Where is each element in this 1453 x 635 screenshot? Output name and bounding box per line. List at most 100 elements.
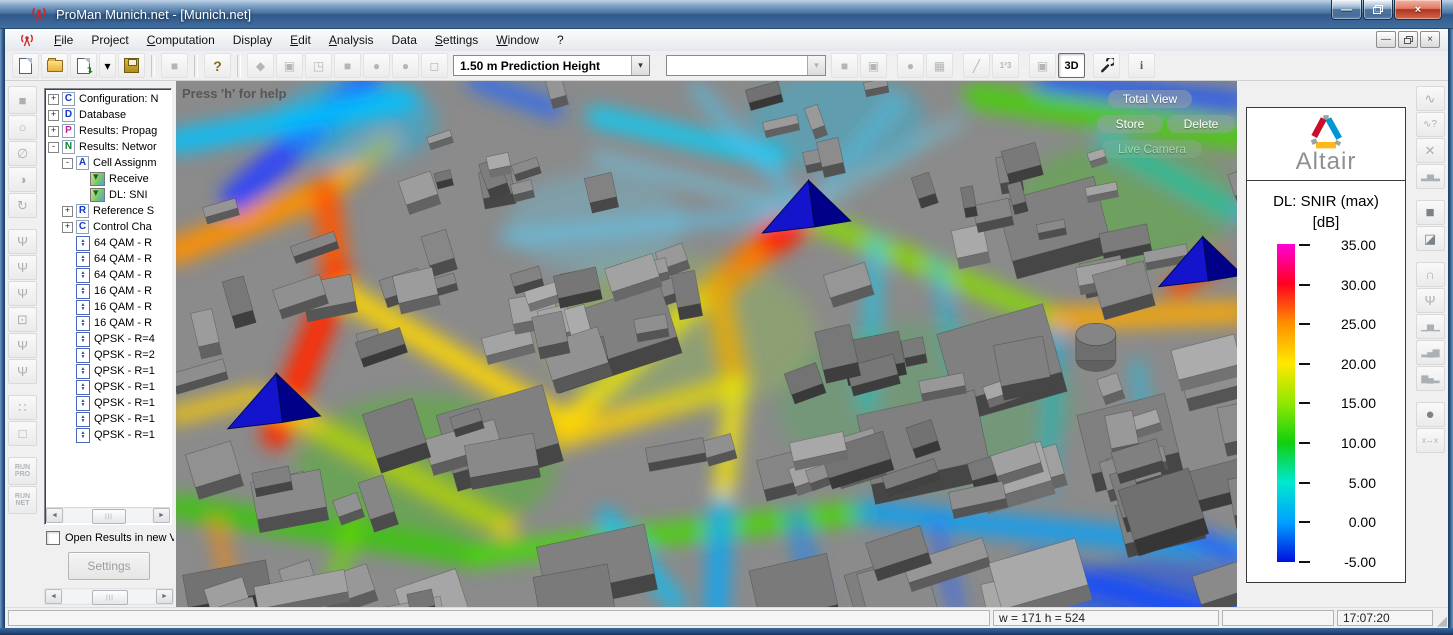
tree-item-64qam-2[interactable]: 64 QAM - R <box>45 251 171 267</box>
tree-expander[interactable]: + <box>48 94 59 105</box>
tree-expander[interactable]: - <box>48 142 59 153</box>
tree-expander[interactable]: + <box>62 206 73 217</box>
menu-project[interactable]: Project <box>82 30 137 50</box>
tree-expander <box>62 366 73 377</box>
panel-horizontal-scrollbar[interactable]: ◄ ||| ► <box>44 588 174 605</box>
restore-icon <box>1373 5 1383 14</box>
updown-icon <box>76 268 90 283</box>
tree-expander[interactable]: - <box>62 158 73 169</box>
scroll-left-button[interactable]: ◄ <box>45 589 62 604</box>
tree-item-qpsk-r4[interactable]: QPSK - R=4 <box>45 331 171 347</box>
clipboard-icon: ▣ <box>1037 59 1048 73</box>
tree-view[interactable]: +CConfiguration: N +DDatabase +PResults:… <box>44 88 172 525</box>
tree-item-64qam-3[interactable]: 64 QAM - R <box>45 267 171 283</box>
prediction-height-combo[interactable]: 1.50 m Prediction Height ▾ <box>453 55 650 76</box>
tree-item-16qam-3[interactable]: 16 QAM - R <box>45 315 171 331</box>
settings-button[interactable]: Settings <box>68 552 150 580</box>
resize-grip[interactable]: ◢ <box>1437 614 1447 627</box>
tree-item-results-network[interactable]: -NResults: Networ <box>45 139 171 155</box>
antenna-plot-button: Ψ <box>1416 288 1445 313</box>
mdi-close-button[interactable]: × <box>1420 31 1440 48</box>
tree-item-database[interactable]: +DDatabase <box>45 107 171 123</box>
tree-item-results-propagation[interactable]: +PResults: Propag <box>45 123 171 139</box>
map-small-button[interactable]: ◪ <box>1416 226 1445 251</box>
import-button[interactable]: ↴ <box>70 53 97 78</box>
tree-item-qpsk-r2[interactable]: QPSK - R=2 <box>45 347 171 363</box>
menu-window[interactable]: Window <box>487 30 548 50</box>
menu-data[interactable]: Data <box>383 30 426 50</box>
scroll-right-button[interactable]: ► <box>153 508 170 523</box>
menu-edit[interactable]: Edit <box>281 30 320 50</box>
tick-mark <box>1299 482 1310 484</box>
menu-settings[interactable]: Settings <box>426 30 487 50</box>
tree-horizontal-scrollbar[interactable]: ◄ ||| ► <box>46 507 170 523</box>
tree-expander <box>62 350 73 361</box>
menu-help[interactable]: ? <box>548 30 573 50</box>
save-button[interactable] <box>118 53 145 78</box>
minimize-button[interactable]: — <box>1331 0 1362 20</box>
tree-item-received[interactable]: Receive <box>45 171 171 187</box>
tree-item-qpsk-r1-5[interactable]: QPSK - R=1 <box>45 427 171 443</box>
numbering-icon: 1²3 <box>1000 62 1012 70</box>
total-view-button[interactable]: Total View <box>1108 90 1192 108</box>
mdi-minimize-button[interactable]: — <box>1376 31 1396 48</box>
tree-p-icon: P <box>62 124 75 138</box>
updown-icon <box>76 364 90 379</box>
scrollbar-thumb[interactable]: ||| <box>92 509 126 524</box>
minimize-icon: — <box>1341 4 1352 16</box>
scroll-left-button[interactable]: ◄ <box>46 508 63 523</box>
open-dropdown-button[interactable]: ▾ <box>99 53 116 78</box>
view-3d-toggle[interactable]: 3D <box>1058 53 1085 78</box>
info-button[interactable]: i <box>1128 53 1155 78</box>
tree-item-qpsk-r1-2[interactable]: QPSK - R=1 <box>45 379 171 395</box>
scroll-right-button[interactable]: ► <box>156 589 173 604</box>
tree-expander[interactable]: + <box>62 222 73 233</box>
scrollbar-track[interactable]: ||| <box>63 590 155 603</box>
tree-item-cell-assignment[interactable]: -ACell Assignm <box>45 155 171 171</box>
menu-display[interactable]: Display <box>224 30 281 50</box>
restore-button[interactable] <box>1363 0 1393 20</box>
close-button[interactable]: × <box>1394 0 1442 20</box>
tree-item-reference-signal[interactable]: +RReference S <box>45 203 171 219</box>
window-title: ProMan Munich.net - [Munich.net] <box>56 7 251 22</box>
line-chart-query-icon: ∿? <box>1423 120 1437 130</box>
close-icon: × <box>1415 4 1421 16</box>
open-results-checkbox[interactable] <box>46 531 60 545</box>
annotation-bubble-button[interactable]: ● <box>1416 402 1445 427</box>
tree-expander[interactable]: + <box>48 110 59 121</box>
wrench-button[interactable] <box>1093 53 1120 78</box>
menu-file[interactable]: File <box>45 30 82 50</box>
scrollbar-thumb[interactable]: ||| <box>92 590 127 605</box>
new-file-button[interactable] <box>12 53 39 78</box>
3d-viewport[interactable]: Press 'h' for help Total View Store Dele… <box>176 81 1237 608</box>
tree-expander <box>62 398 73 409</box>
antenna-site2-button: Ψ <box>8 255 37 280</box>
tree-item-64qam-1[interactable]: 64 QAM - R <box>45 235 171 251</box>
tree-item-qpsk-r1-4[interactable]: QPSK - R=1 <box>45 411 171 427</box>
delete-button[interactable]: Delete <box>1167 115 1235 133</box>
tree-item-16qam-1[interactable]: 16 QAM - R <box>45 283 171 299</box>
viewport-help-overlay: Press 'h' for help <box>182 86 286 101</box>
tree-expander <box>62 302 73 313</box>
tree-item-qpsk-r1-1[interactable]: QPSK - R=1 <box>45 363 171 379</box>
combo-dropdown-icon[interactable]: ▾ <box>631 56 649 75</box>
open-results-checkbox-row[interactable]: Open Results in new V <box>46 531 174 545</box>
tree-expander[interactable]: + <box>48 126 59 137</box>
combo2-dropdown-icon: ▾ <box>807 56 825 75</box>
tree-item-configuration[interactable]: +CConfiguration: N <box>45 91 171 107</box>
mdi-restore-button[interactable] <box>1398 31 1418 48</box>
open-file-button[interactable] <box>41 53 68 78</box>
help-button[interactable]: ? <box>204 53 231 78</box>
legend-panel: Altair DL: SNIR (max) [dB] 35.00 30.00 2… <box>1246 107 1406 583</box>
menu-analysis[interactable]: Analysis <box>320 30 383 50</box>
tree-item-qpsk-r1-3[interactable]: QPSK - R=1 <box>45 395 171 411</box>
tree-item-dl-snir[interactable]: DL: SNI <box>45 187 171 203</box>
menu-computation[interactable]: Computation <box>138 30 224 50</box>
scrollbar-track[interactable]: ||| <box>64 509 152 522</box>
map-view-button[interactable]: ■ <box>1416 200 1445 225</box>
legend-tick: 35.00 <box>1299 237 1399 253</box>
store-button[interactable]: Store <box>1097 115 1163 133</box>
tree-item-control-channel[interactable]: +CControl Cha <box>45 219 171 235</box>
antenna-move-button: Ψ <box>8 333 37 358</box>
tree-item-16qam-2[interactable]: 16 QAM - R <box>45 299 171 315</box>
